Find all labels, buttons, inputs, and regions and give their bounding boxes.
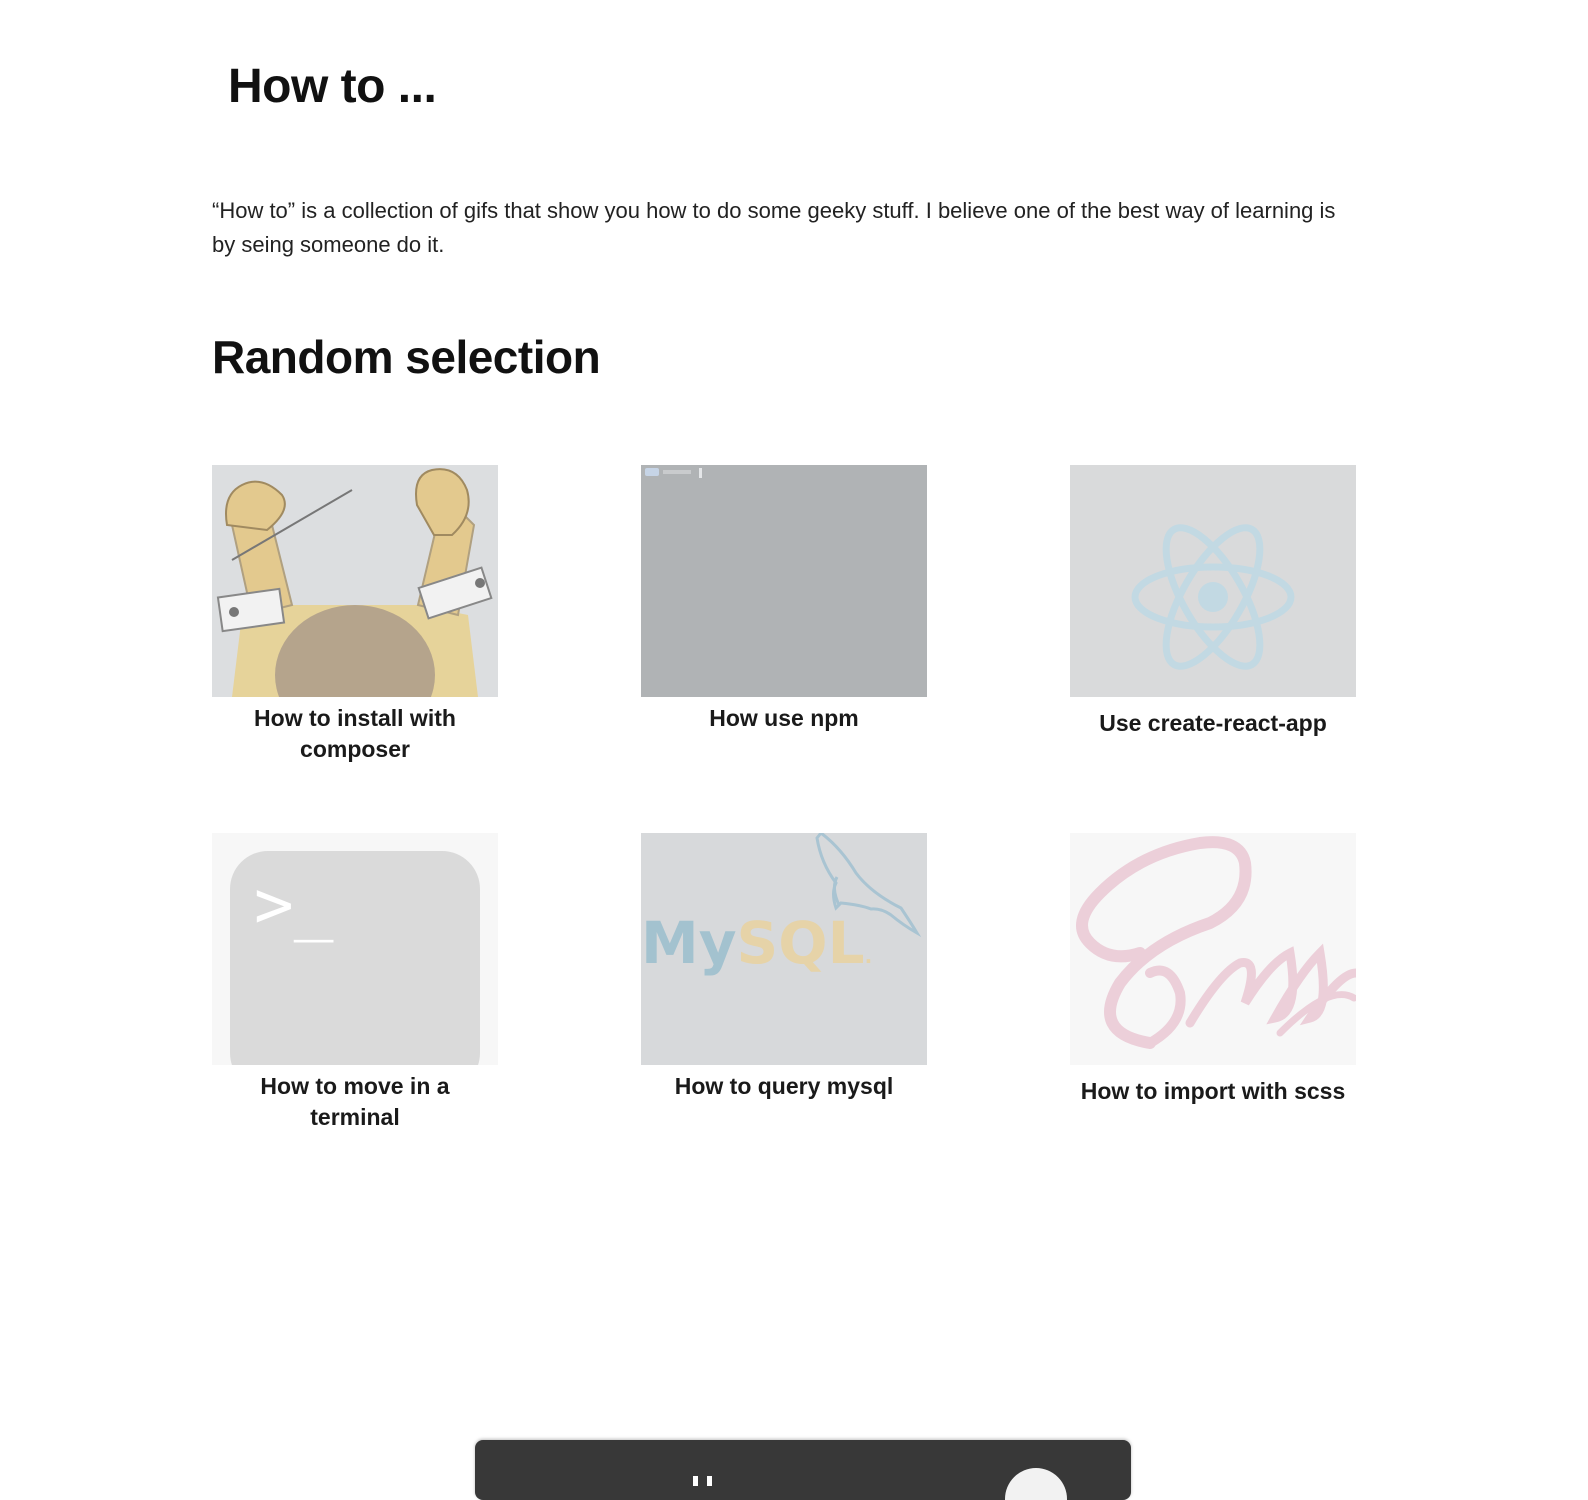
bottom-player-bar[interactable]	[475, 1440, 1131, 1500]
mysql-logo-image: MySQL.	[641, 833, 927, 1065]
card-import-scss[interactable]: How to import with scss	[1070, 833, 1356, 1107]
card-label[interactable]: How to install with composer	[212, 703, 498, 765]
composer-conductor-image	[212, 465, 498, 697]
section-title: Random selection	[212, 331, 601, 383]
card-query-mysql[interactable]: MySQL. How to query mysql	[641, 833, 927, 1102]
mysql-thumbnail[interactable]: MySQL.	[641, 833, 927, 1065]
card-label[interactable]: How to move in a terminal	[212, 1071, 498, 1133]
card-label[interactable]: How to query mysql	[641, 1071, 927, 1102]
composer-thumbnail[interactable]	[212, 465, 498, 697]
terminal-prompt-text: >_	[254, 866, 334, 943]
react-thumbnail[interactable]	[1070, 465, 1356, 697]
card-install-composer[interactable]: How to install with composer	[212, 465, 498, 765]
card-label[interactable]: Use create-react-app	[1070, 708, 1356, 739]
terminal-thumbnail[interactable]: >_	[212, 833, 498, 1065]
player-knob[interactable]	[1005, 1468, 1067, 1500]
mysql-logo-text: MySQL.	[641, 909, 872, 977]
page-title: How to ...	[228, 60, 437, 113]
react-logo-image	[1070, 465, 1356, 697]
card-label[interactable]: How use npm	[641, 703, 927, 734]
sass-logo-image	[1070, 833, 1356, 1065]
sass-thumbnail[interactable]	[1070, 833, 1356, 1065]
card-label[interactable]: How to import with scss	[1070, 1076, 1356, 1107]
card-move-in-terminal[interactable]: >_ How to move in a terminal	[212, 833, 498, 1133]
terminal-app-icon-image: >_	[212, 833, 498, 1065]
terminal-screen-image	[641, 465, 927, 697]
card-use-npm[interactable]: How use npm	[641, 465, 927, 734]
intro-paragraph: “How to” is a collection of gifs that sh…	[212, 198, 1336, 257]
npm-thumbnail[interactable]	[641, 465, 927, 697]
card-create-react-app[interactable]: Use create-react-app	[1070, 465, 1356, 739]
